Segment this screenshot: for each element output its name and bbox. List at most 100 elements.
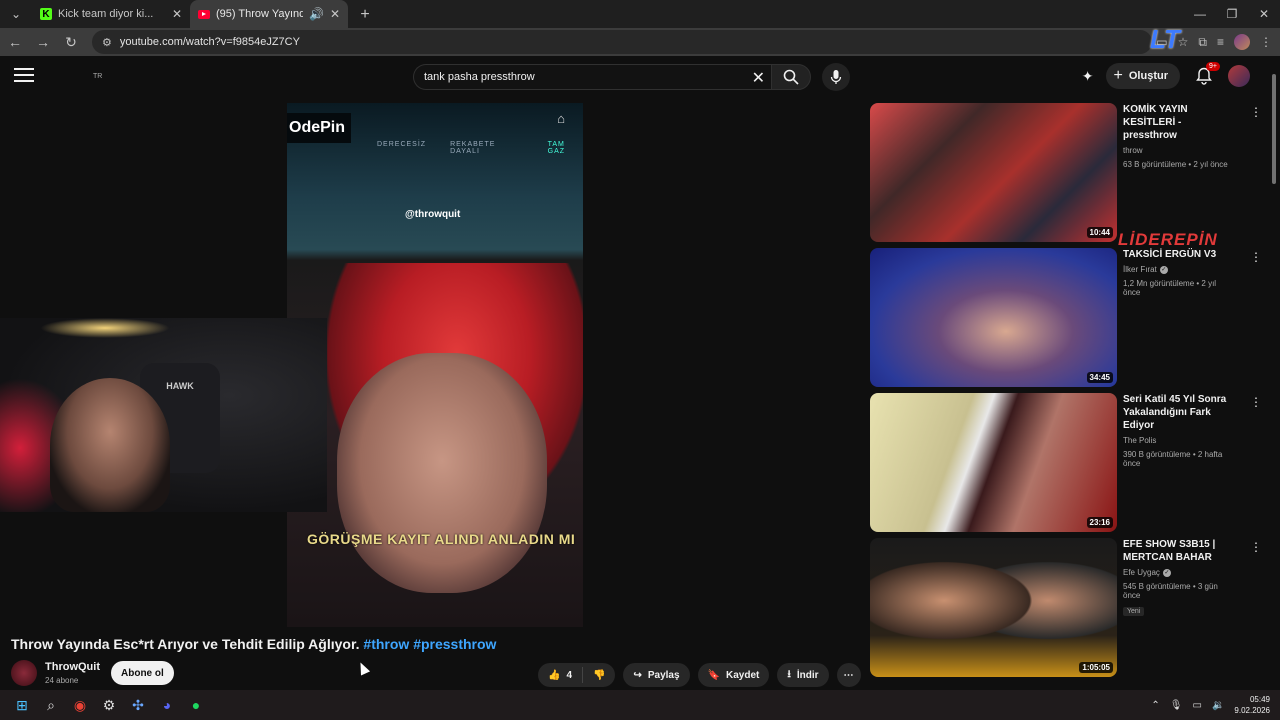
video-title[interactable]: KOMİK YAYIN KESİTLERİ - pressthrow: [1123, 103, 1235, 142]
search-input[interactable]: tank pasha pressthrow ✕: [413, 64, 771, 90]
back-icon[interactable]: ←: [2, 29, 28, 55]
clock-time: 05:49: [1249, 695, 1270, 704]
notifications-button[interactable]: 9+: [1192, 62, 1220, 88]
recommended-video[interactable]: 23:16 Seri Katil 45 Yıl Sonra Yakalandığ…: [870, 393, 1262, 533]
app-icon[interactable]: ✣: [124, 691, 152, 719]
youtube-header: TR tank pasha pressthrow ✕ ✦ + Oluştur 9…: [0, 56, 1280, 98]
video-title[interactable]: EFE SHOW S3B15 | MERTCAN BAHAR: [1123, 538, 1235, 564]
plus-icon: +: [1113, 67, 1123, 84]
face-figure: [337, 353, 547, 593]
mouse-cursor-icon: [355, 660, 371, 676]
neon-sign: [40, 318, 170, 338]
like-button[interactable]: 👍 4: [538, 667, 584, 683]
video-menu-icon[interactable]: ⋮: [1250, 105, 1262, 119]
maximize-icon[interactable]: ❐: [1216, 0, 1248, 28]
new-badge: Yeni: [1123, 607, 1145, 616]
spotify-icon[interactable]: ●: [182, 691, 210, 719]
verified-icon: ✓: [1162, 568, 1171, 577]
new-tab-button[interactable]: +: [352, 2, 378, 28]
channel-label: İlker Fırat: [1123, 265, 1157, 274]
search-button[interactable]: [771, 64, 811, 90]
settings-gear-icon[interactable]: ⚙: [95, 691, 123, 719]
recommended-video[interactable]: 34:45 TAKSİCİ ERGÜN V3 İlker Fırat ✓ 1,2 …: [870, 248, 1262, 388]
site-info-icon[interactable]: ⚙: [102, 36, 112, 49]
download-button[interactable]: ⭳ İndir: [777, 663, 829, 687]
streamer-webcam-overlay: HAWK: [0, 318, 327, 512]
video-meta: 390 B görüntüleme • 2 hafta önce: [1123, 450, 1223, 468]
system-tray: ⌃ 🎙 ▭ 🔉 05:49 9.02.2026: [1151, 690, 1270, 720]
media-control-icon[interactable]: ≡: [1217, 35, 1224, 49]
browser-tab-strip: ⌄ K Kick team diyor ki... ✕ (95) Throw Y…: [0, 0, 1280, 28]
video-menu-icon[interactable]: ⋮: [1250, 250, 1262, 264]
tab-close-icon[interactable]: ✕: [172, 7, 182, 21]
hamburger-menu-icon[interactable]: [14, 68, 34, 84]
tab-kick[interactable]: K Kick team diyor ki... ✕: [32, 0, 190, 28]
windows-taskbar: ⊞ ⌕ ◉ ⚙ ✣ ◕ ● ⌃ 🎙 ▭ 🔉 05:49 9.02.2026: [0, 690, 1280, 720]
thumbs-down-icon: 👎: [593, 669, 606, 681]
video-thumbnail[interactable]: 34:45: [870, 248, 1117, 387]
video-title[interactable]: Seri Katil 45 Yıl Sonra Yakalandığını Fa…: [1123, 393, 1235, 432]
recommended-video[interactable]: 1:05:05 EFE SHOW S3B15 | MERTCAN BAHAR E…: [870, 538, 1262, 678]
video-duration: 1:05:05: [1079, 662, 1113, 673]
video-thumbnail[interactable]: 10:44: [870, 103, 1117, 242]
video-info: KOMİK YAYIN KESİTLERİ - pressthrow throw…: [1123, 103, 1235, 169]
profile-avatar[interactable]: [1234, 34, 1250, 50]
search-icon: [783, 69, 799, 85]
bookmark-icon: 🔖: [707, 669, 721, 681]
tab-youtube[interactable]: (95) Throw Yayında Esc*rt Arıy 🔊 ✕: [190, 0, 348, 28]
youtube-favicon-icon: [198, 9, 210, 19]
recommended-video[interactable]: 10:44 KOMİK YAYIN KESİTLERİ - pressthrow…: [870, 103, 1262, 243]
search-icon[interactable]: ⌕: [37, 691, 65, 719]
address-bar[interactable]: ⚙ youtube.com/watch?v=f9854eJZ7CY: [92, 30, 1152, 54]
video-title[interactable]: TAKSİCİ ERGÜN V3: [1123, 248, 1235, 261]
channel-name[interactable]: throw: [1123, 146, 1235, 155]
channel-name[interactable]: The Polis: [1123, 436, 1235, 445]
video-player[interactable]: OdePin ⌂ DERECESİZ REKABETE DAYALI TAM G…: [0, 103, 858, 627]
speaker-icon[interactable]: 🔊: [309, 7, 324, 21]
create-button[interactable]: + Oluştur: [1105, 63, 1180, 89]
reload-icon[interactable]: ↻: [58, 29, 84, 55]
speaker-icon[interactable]: 🔉: [1212, 700, 1224, 711]
account-avatar[interactable]: [1228, 65, 1250, 87]
video-hashtags[interactable]: #throw #pressthrow: [363, 636, 496, 652]
dislike-button[interactable]: 👎: [583, 670, 615, 681]
microphone-icon[interactable]: 🎙: [1170, 700, 1183, 711]
subscribe-button[interactable]: Abone ol: [111, 661, 174, 685]
overlay-handle: @throwquit: [405, 209, 461, 220]
video-duration: 23:16: [1086, 517, 1113, 528]
close-window-icon[interactable]: ✕: [1248, 0, 1280, 28]
share-button[interactable]: ↪ Paylaş: [623, 663, 690, 687]
video-thumbnail[interactable]: 1:05:05: [870, 538, 1117, 677]
chrome-icon[interactable]: ◉: [66, 691, 94, 719]
studio-icon[interactable]: ✦: [1082, 68, 1094, 85]
clock[interactable]: 05:49 9.02.2026: [1234, 694, 1270, 716]
chevron-up-icon[interactable]: ⌃: [1151, 700, 1159, 711]
more-actions-button[interactable]: ⋯: [836, 663, 861, 687]
video-menu-icon[interactable]: ⋮: [1250, 395, 1262, 409]
video-menu-icon[interactable]: ⋮: [1250, 540, 1262, 554]
home-icon: ⌂: [557, 111, 565, 126]
channel-name[interactable]: İlker Fırat ✓: [1123, 265, 1235, 274]
tab-search-icon[interactable]: ⌄: [4, 2, 28, 26]
channel-name[interactable]: ThrowQuit: [45, 661, 100, 673]
video-thumbnail[interactable]: 23:16: [870, 393, 1117, 532]
menu-kebab-icon[interactable]: ⋮: [1260, 35, 1272, 49]
scrollbar-thumb[interactable]: [1272, 74, 1276, 184]
microphone-icon: [830, 70, 842, 84]
channel-name[interactable]: Efe Uygaç ✓: [1123, 568, 1235, 577]
forward-icon[interactable]: →: [30, 29, 56, 55]
tab-close-icon[interactable]: ✕: [330, 7, 340, 21]
display-icon[interactable]: ▭: [1193, 700, 1202, 711]
clock-date: 9.02.2026: [1234, 706, 1270, 715]
channel-label: Efe Uygaç: [1123, 568, 1160, 577]
more-horizontal-icon: ⋯: [843, 669, 854, 681]
windows-start-icon[interactable]: ⊞: [8, 691, 36, 719]
discord-icon[interactable]: ◕: [153, 691, 181, 719]
page-scrollbar[interactable]: [1271, 62, 1277, 692]
clear-search-icon[interactable]: ✕: [752, 68, 765, 88]
download-label: İndir: [796, 669, 819, 681]
verified-icon: ✓: [1159, 265, 1168, 274]
save-button[interactable]: 🔖 Kaydet: [697, 663, 770, 687]
channel-avatar[interactable]: [11, 660, 37, 686]
voice-search-button[interactable]: [822, 63, 850, 91]
